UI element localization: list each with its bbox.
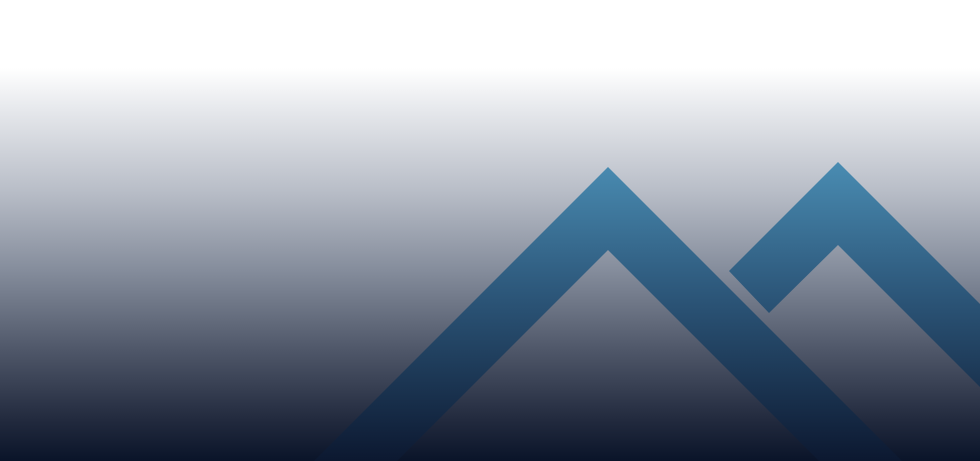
mountain-logo-graphic — [314, 162, 980, 461]
